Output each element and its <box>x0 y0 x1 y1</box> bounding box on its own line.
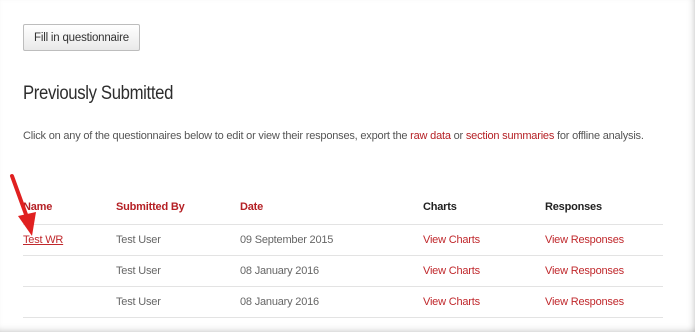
view-charts-link[interactable]: View Charts <box>423 256 480 286</box>
submitted-by-cell: Test User <box>116 296 161 308</box>
intro-text-start: Click on any of the questionnaires below… <box>23 130 411 142</box>
intro-text-middle: or <box>450 130 466 142</box>
submitted-by-cell: Test User <box>116 265 161 277</box>
intro-text: Click on any of the questionnaires below… <box>23 124 663 148</box>
view-charts-link[interactable]: View Charts <box>423 225 480 255</box>
raw-data-link[interactable]: raw data <box>410 130 451 142</box>
intro-text-end: for offline analysis. <box>554 130 644 142</box>
date-cell: 08 January 2016 <box>240 265 319 277</box>
view-responses-link[interactable]: View Responses <box>545 256 624 286</box>
header-submitted-by: Submitted By <box>116 201 185 213</box>
header-date: Date <box>240 201 264 213</box>
submissions-table: Name Submitted By Date Charts Responses … <box>23 190 663 318</box>
red-arrow-icon <box>10 174 36 236</box>
table-row: Test User 08 January 2016 View Charts Vi… <box>23 255 663 286</box>
header-responses: Responses <box>545 201 602 213</box>
header-charts: Charts <box>423 201 457 213</box>
date-cell: 09 September 2015 <box>240 234 334 246</box>
view-responses-link[interactable]: View Responses <box>545 225 624 255</box>
date-cell: 08 January 2016 <box>240 296 319 308</box>
questionnaire-panel: Fill in questionnaire Previously Submitt… <box>0 0 695 332</box>
fill-in-questionnaire-button[interactable]: Fill in questionnaire <box>23 24 140 51</box>
table-row: Test User 08 January 2016 View Charts Vi… <box>23 286 663 318</box>
submitted-by-cell: Test User <box>116 234 161 246</box>
section-summaries-link[interactable]: section summaries <box>466 130 554 142</box>
table-row: Test WR Test User 09 September 2015 View… <box>23 224 663 255</box>
page-title: Previously Submitted <box>23 83 174 104</box>
view-responses-link[interactable]: View Responses <box>545 287 624 317</box>
table-header-row: Name Submitted By Date Charts Responses <box>23 190 663 224</box>
view-charts-link[interactable]: View Charts <box>423 287 480 317</box>
